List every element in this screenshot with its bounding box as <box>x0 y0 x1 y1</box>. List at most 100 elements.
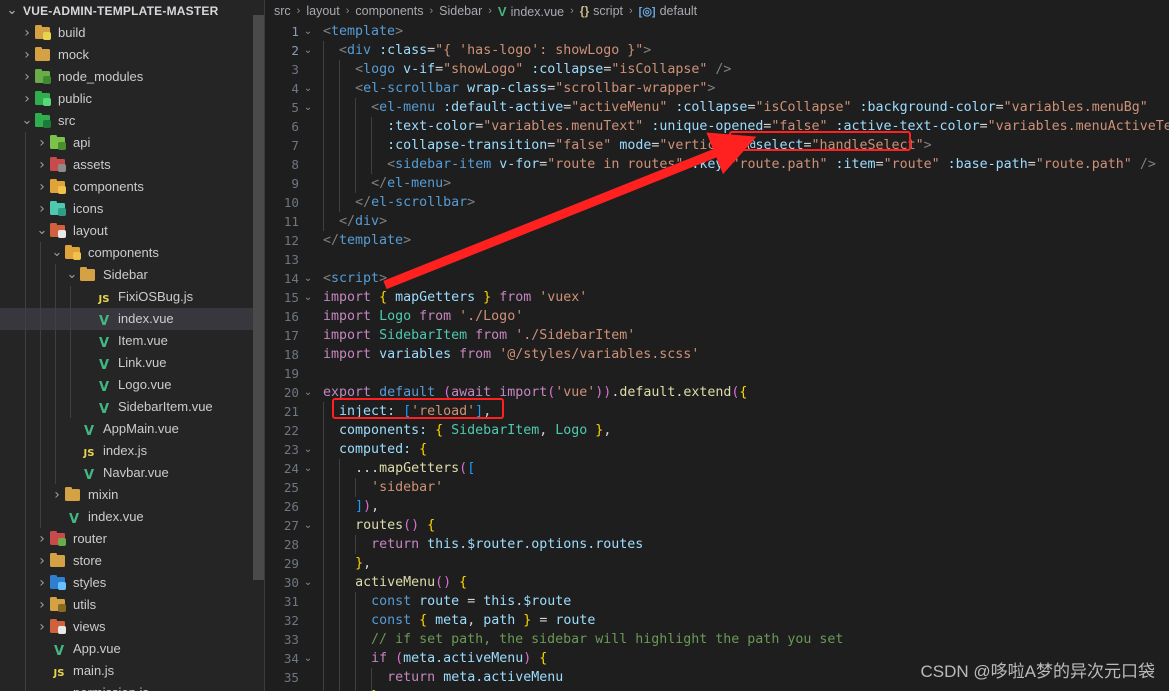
chevron-right-icon[interactable]: › <box>34 550 50 572</box>
chevron-right-icon[interactable]: › <box>19 66 35 88</box>
fold-chevron-icon[interactable]: ⌄ <box>299 79 317 98</box>
breadcrumb-item-components[interactable]: components <box>354 4 424 18</box>
chevron-down-icon[interactable]: ⌄ <box>19 110 35 132</box>
tree-root[interactable]: ⌄ VUE-ADMIN-TEMPLATE-MASTER <box>0 0 265 22</box>
tree-item-main-js[interactable]: JS main.js <box>0 660 265 682</box>
tree-item-app-vue[interactable]: V App.vue <box>0 638 265 660</box>
chevron-down-icon[interactable]: ⌄ <box>4 0 20 22</box>
code-line[interactable]: 27 ⌄ routes() { <box>265 516 1169 535</box>
code-line[interactable]: 25 'sidebar' <box>265 478 1169 497</box>
tree-item-assets[interactable]: › assets <box>0 154 265 176</box>
code-line[interactable]: 16 import Logo from './Logo' <box>265 307 1169 326</box>
code-line[interactable]: 28 return this.$router.options.routes <box>265 535 1169 554</box>
tree-item-sidebaritem-vue[interactable]: V SidebarItem.vue <box>0 396 265 418</box>
tree-item-permission-js[interactable]: JS permission.js <box>0 682 265 691</box>
code-line[interactable]: 23 ⌄ computed: { <box>265 440 1169 459</box>
file-explorer[interactable]: ⌄ VUE-ADMIN-TEMPLATE-MASTER › build › mock › no… <box>0 0 265 691</box>
tree-item-index-vue[interactable]: Vindex.vue <box>0 506 265 528</box>
code-line[interactable]: 12 </template> <box>265 231 1169 250</box>
fold-chevron-icon[interactable]: ⌄ <box>299 41 317 60</box>
code-line[interactable]: 33 // if set path, the sidebar will high… <box>265 630 1169 649</box>
breadcrumb-item-layout[interactable]: layout <box>305 4 340 18</box>
chevron-down-icon[interactable]: ⌄ <box>64 264 80 286</box>
breadcrumb-item-src[interactable]: src <box>273 4 292 18</box>
code-line[interactable]: 7 :collapse-transition="false" mode="ver… <box>265 136 1169 155</box>
code-line[interactable]: 6 :text-color="variables.menuText" :uniq… <box>265 117 1169 136</box>
file-tree[interactable]: ⌄ VUE-ADMIN-TEMPLATE-MASTER › build › mock › no… <box>0 0 265 691</box>
chevron-down-icon[interactable]: ⌄ <box>34 220 50 242</box>
code-line[interactable]: 21 inject: ['reload'], <box>265 402 1169 421</box>
tree-item-item-vue[interactable]: V Item.vue <box>0 330 265 352</box>
code-area[interactable]: 1 ⌄ <template> 2 ⌄ <div :class="{ 'has-logo'… <box>265 22 1169 691</box>
tree-item-link-vue[interactable]: V Link.vue <box>0 352 265 374</box>
code-line[interactable]: 11 </div> <box>265 212 1169 231</box>
breadcrumb-item-index-vue[interactable]: Vindex.vue <box>497 4 565 19</box>
explorer-scrollbar[interactable] <box>253 15 264 580</box>
tree-item-appmain-vue[interactable]: V AppMain.vue <box>0 418 265 440</box>
tree-item-styles[interactable]: › styles <box>0 572 265 594</box>
tree-item-node-modules[interactable]: › node_modules <box>0 66 265 88</box>
tree-item-layout[interactable]: ⌄ layout <box>0 220 265 242</box>
fold-chevron-icon[interactable]: ⌄ <box>299 98 317 117</box>
code-line[interactable]: 3 <logo v-if="showLogo" :collapse="isCol… <box>265 60 1169 79</box>
code-line[interactable]: 2 ⌄ <div :class="{ 'has-logo': showLogo }… <box>265 41 1169 60</box>
code-line[interactable]: 36 } <box>265 687 1169 691</box>
code-line[interactable]: 30 ⌄ activeMenu() { <box>265 573 1169 592</box>
tree-item-sidebar[interactable]: ⌄ Sidebar <box>0 264 265 286</box>
code-line[interactable]: 9 </el-menu> <box>265 174 1169 193</box>
code-line[interactable]: 19 <box>265 364 1169 383</box>
fold-chevron-icon[interactable]: ⌄ <box>299 516 317 535</box>
tree-item-mock[interactable]: › mock <box>0 44 265 66</box>
tree-item-components[interactable]: › components <box>0 176 265 198</box>
chevron-right-icon[interactable]: › <box>49 484 65 506</box>
fold-chevron-icon[interactable]: ⌄ <box>299 288 317 307</box>
chevron-right-icon[interactable]: › <box>34 572 50 594</box>
tree-item-index-js[interactable]: JS index.js <box>0 440 265 462</box>
fold-chevron-icon[interactable]: ⌄ <box>299 440 317 459</box>
tree-item-src[interactable]: ⌄ src <box>0 110 265 132</box>
chevron-right-icon[interactable]: › <box>34 154 50 176</box>
fold-chevron-icon[interactable]: ⌄ <box>299 459 317 478</box>
code-line[interactable]: 22 components: { SidebarItem, Logo }, <box>265 421 1169 440</box>
chevron-right-icon[interactable]: › <box>19 44 35 66</box>
chevron-down-icon[interactable]: ⌄ <box>49 242 65 264</box>
tree-item-index-vue[interactable]: Vindex.vue <box>0 308 265 330</box>
code-line[interactable]: 32 const { meta, path } = route <box>265 611 1169 630</box>
breadcrumb-item-default[interactable]: [◎] default <box>638 4 698 18</box>
tree-item-store[interactable]: › store <box>0 550 265 572</box>
fold-chevron-icon[interactable]: ⌄ <box>299 22 317 41</box>
tree-item-icons[interactable]: › icons <box>0 198 265 220</box>
tree-item-navbar-vue[interactable]: V Navbar.vue <box>0 462 265 484</box>
chevron-right-icon[interactable]: › <box>34 176 50 198</box>
tree-item-public[interactable]: › public <box>0 88 265 110</box>
fold-chevron-icon[interactable]: ⌄ <box>299 649 317 668</box>
tree-item-fixiosbug-js[interactable]: JS FixiOSBug.js <box>0 286 265 308</box>
code-line[interactable]: 20 ⌄ export default (await import('vue')).… <box>265 383 1169 402</box>
code-line[interactable]: 29 }, <box>265 554 1169 573</box>
code-line[interactable]: 24 ⌄ ...mapGetters([ <box>265 459 1169 478</box>
tree-item-logo-vue[interactable]: V Logo.vue <box>0 374 265 396</box>
breadcrumb[interactable]: src › layout › components › Sidebar › Vindex.vue… <box>265 0 1169 22</box>
breadcrumb-item-sidebar[interactable]: Sidebar <box>438 4 483 18</box>
tree-item-views[interactable]: › views <box>0 616 265 638</box>
code-line[interactable]: 17 import SidebarItem from './SidebarItem… <box>265 326 1169 345</box>
breadcrumb-item-script[interactable]: {} script <box>579 4 624 18</box>
fold-chevron-icon[interactable]: ⌄ <box>299 573 317 592</box>
chevron-right-icon[interactable]: › <box>19 22 35 44</box>
code-line[interactable]: 5 ⌄ <el-menu :default-active="activeMenu"… <box>265 98 1169 117</box>
code-line[interactable]: 26 ]), <box>265 497 1169 516</box>
fold-chevron-icon[interactable]: ⌄ <box>299 383 317 402</box>
chevron-right-icon[interactable]: › <box>19 88 35 110</box>
tree-item-build[interactable]: › build <box>0 22 265 44</box>
chevron-right-icon[interactable]: › <box>34 616 50 638</box>
code-line[interactable]: 18 import variables from '@/styles/variab… <box>265 345 1169 364</box>
chevron-right-icon[interactable]: › <box>34 132 50 154</box>
tree-item-router[interactable]: › router <box>0 528 265 550</box>
code-line[interactable]: 14 ⌄ <script> <box>265 269 1169 288</box>
chevron-right-icon[interactable]: › <box>34 594 50 616</box>
tree-item-utils[interactable]: › utils <box>0 594 265 616</box>
chevron-right-icon[interactable]: › <box>34 198 50 220</box>
tree-item-mixin[interactable]: › mixin <box>0 484 265 506</box>
code-line[interactable]: 8 <sidebar-item v-for="route in routes" … <box>265 155 1169 174</box>
tree-item-api[interactable]: › api <box>0 132 265 154</box>
